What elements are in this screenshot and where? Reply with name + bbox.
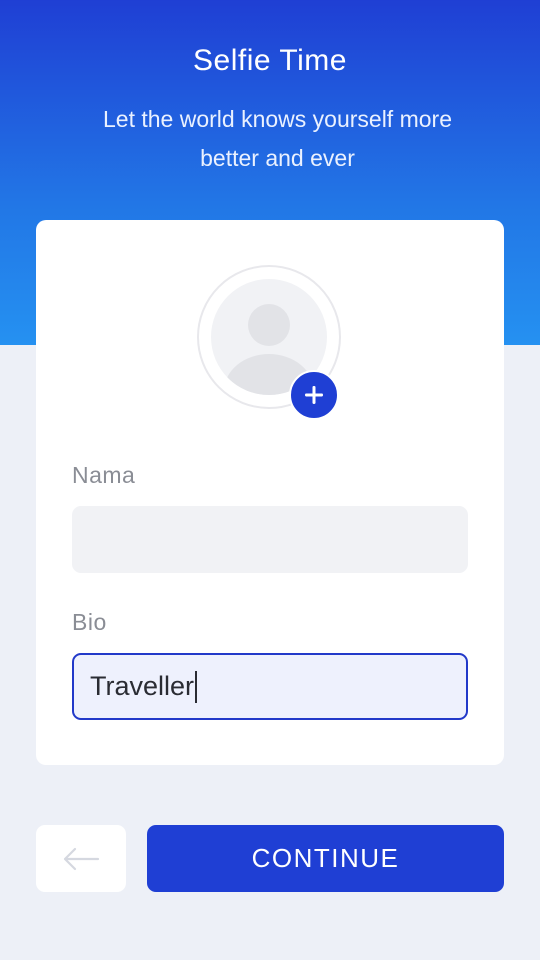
bio-label: Bio: [72, 609, 107, 635]
nama-label: Nama: [72, 462, 136, 488]
add-photo-button[interactable]: [289, 370, 339, 420]
back-button[interactable]: [36, 825, 126, 892]
page-subtitle: Let the world knows yourself more better…: [103, 106, 452, 171]
bio-input[interactable]: Traveller: [72, 653, 468, 720]
continue-button[interactable]: CONTINUE: [147, 825, 504, 892]
arrow-left-icon: [63, 847, 100, 870]
text-caret: [195, 670, 198, 703]
bio-input-value: Traveller: [90, 671, 195, 701]
plus-icon: [305, 386, 323, 404]
profile-form-card: Nama Bio Traveller: [36, 220, 504, 765]
nama-input[interactable]: [72, 506, 468, 573]
page-title: Selfie Time: [193, 44, 347, 77]
